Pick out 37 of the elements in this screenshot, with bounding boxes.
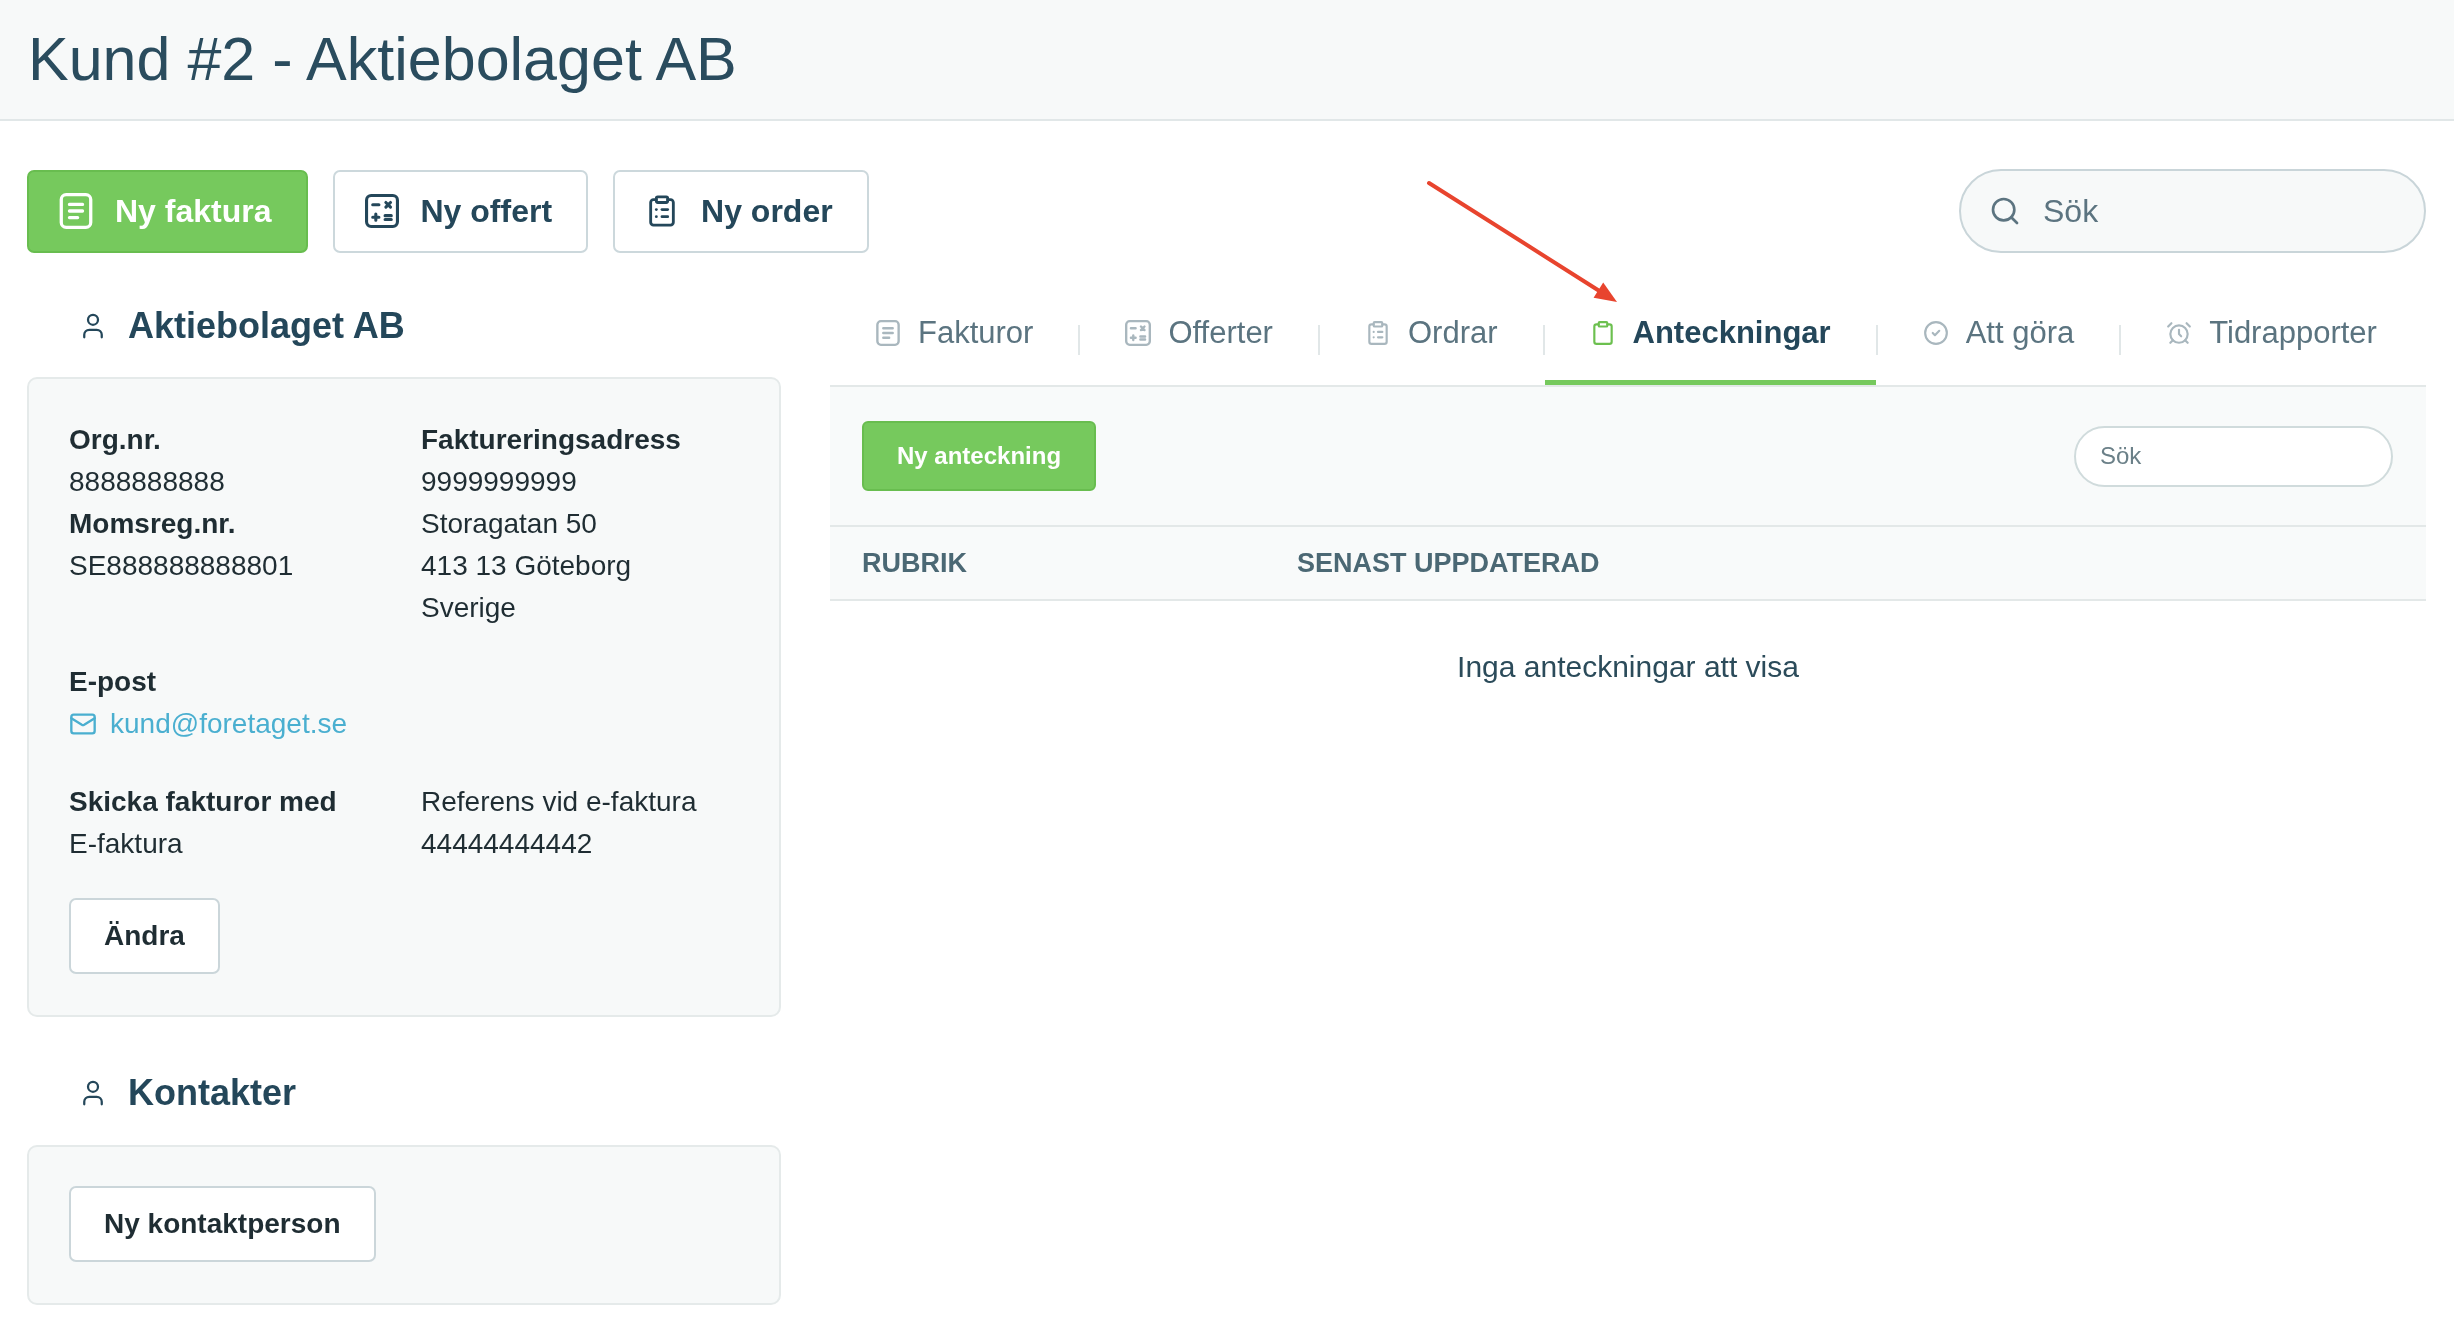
- action-button[interactable]: Ny order: [613, 169, 869, 253]
- field-value: SE888888888801: [69, 549, 294, 583]
- tab[interactable]: Ordrar: [1319, 281, 1543, 385]
- field-value: 8888888888: [69, 465, 225, 499]
- alarm-clock-icon: [2166, 320, 2193, 346]
- document-lines-icon: [875, 320, 901, 346]
- check-circle-icon: [1922, 320, 1949, 346]
- address-line: 413 13 Göteborg: [421, 549, 632, 583]
- search-field[interactable]: Sök: [2074, 425, 2393, 487]
- field-label: Skicka fakturor med: [69, 785, 337, 819]
- edit-button[interactable]: Ändra: [69, 898, 220, 974]
- section-heading: Kontakter: [128, 1071, 297, 1115]
- new-contact-button[interactable]: Ny kontaktperson: [69, 1186, 376, 1262]
- field-value: E-faktura: [69, 827, 183, 861]
- field-value: Referens vid e-faktura: [421, 785, 697, 819]
- calculator-icon: [364, 193, 399, 229]
- field-value: 44444444442: [421, 827, 593, 861]
- tab[interactable]: Att göra: [1877, 281, 2120, 385]
- field-label: Momsreg.nr.: [69, 507, 236, 541]
- field-label: Faktureringsadress: [421, 423, 681, 457]
- calculator-icon: [1125, 320, 1152, 346]
- search-icon: [1989, 195, 2021, 227]
- tab[interactable]: Tidrapporter: [2121, 281, 2422, 385]
- column-header: SENAST UPPDATERAD: [1297, 546, 1600, 580]
- field-label: E-post: [69, 665, 157, 699]
- tab[interactable]: Offerter: [1080, 281, 1318, 385]
- address-line: 9999999999: [421, 465, 577, 499]
- address-line: Storagatan 50: [421, 507, 597, 541]
- address-line: Sverige: [421, 591, 516, 625]
- search-field[interactable]: Sök: [1959, 169, 2426, 253]
- action-button[interactable]: Ny offert: [332, 169, 589, 253]
- column-header: RUBRIK: [862, 546, 967, 580]
- field-label: Org.nr.: [69, 423, 161, 457]
- empty-message: Inga anteckningar att visa: [1457, 649, 1799, 685]
- document-lines-icon: [59, 193, 93, 229]
- tab[interactable]: Fakturor: [830, 281, 1079, 385]
- section-heading: Aktiebolaget AB: [128, 304, 405, 348]
